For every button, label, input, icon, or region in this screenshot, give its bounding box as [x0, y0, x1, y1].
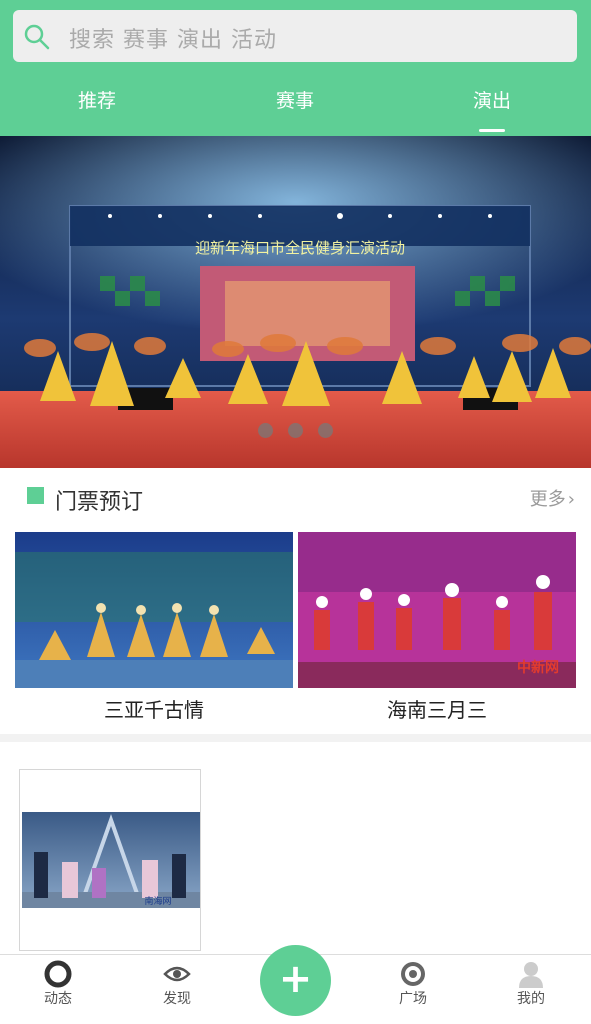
banner-carousel[interactable]: 迎新年海口市全民健身汇演活动: [0, 136, 591, 468]
ticket-booking-section: 门票预订 更多 › 三亚千古情 中新网 海南三月三: [0, 468, 591, 734]
feed-photo: 南海网: [22, 812, 200, 908]
nav-dynamic[interactable]: 动态: [13, 955, 103, 1024]
banner-stage-image: 迎新年海口市全民健身汇演活动: [0, 136, 591, 468]
show-card-title[interactable]: 三亚千古情: [15, 694, 293, 723]
user-icon: [519, 962, 543, 988]
nav-discover[interactable]: 发现: [132, 955, 222, 1024]
watermark-text: 南海网: [144, 895, 171, 907]
tab-shows[interactable]: 演出: [473, 86, 511, 113]
nav-square[interactable]: 广场: [368, 955, 458, 1024]
more-label: 更多: [529, 489, 566, 510]
banner-stage-text: 迎新年海口市全民健身汇演活动: [195, 239, 405, 257]
feed-card[interactable]: 南海网: [19, 769, 201, 951]
nav-mine[interactable]: 我的: [486, 955, 576, 1024]
banner-pager-dot[interactable]: [288, 423, 303, 438]
search-placeholder: 搜索 赛事 演出 活动: [69, 28, 277, 53]
search-bar[interactable]: 搜索 赛事 演出 活动: [13, 10, 577, 62]
nav-label: 动态: [44, 991, 72, 1007]
banner-pager-dot[interactable]: [318, 423, 333, 438]
chevron-right-icon: ›: [567, 489, 575, 510]
nav-label: 我的: [517, 991, 545, 1007]
eye-icon: [163, 966, 191, 982]
top-header: 搜索 赛事 演出 活动 推荐 赛事 演出: [0, 0, 591, 136]
section-title: 门票预订: [55, 490, 144, 515]
tab-recommend[interactable]: 推荐: [78, 86, 116, 113]
target-icon: [401, 962, 425, 986]
feed-section: 南海网: [0, 742, 591, 954]
plus-icon: +: [278, 956, 313, 1002]
show-photo-hainan: 中新网: [298, 532, 576, 688]
tab-events[interactable]: 赛事: [276, 86, 314, 113]
search-icon: [24, 24, 50, 50]
active-tab-indicator: [479, 129, 505, 132]
add-button[interactable]: +: [260, 945, 331, 1016]
show-card-image[interactable]: [15, 532, 293, 688]
nav-label: 广场: [399, 991, 427, 1007]
nav-label: 发现: [163, 991, 191, 1007]
feed-card-image: 南海网: [22, 812, 200, 908]
banner-pager-dot[interactable]: [258, 423, 273, 438]
ring-icon: [44, 960, 72, 988]
more-link[interactable]: 更多 ›: [530, 485, 575, 511]
section-marker: [27, 487, 44, 504]
show-card-image[interactable]: 中新网: [298, 532, 576, 688]
show-photo-sanya: [15, 532, 293, 688]
show-card-title[interactable]: 海南三月三: [298, 694, 576, 723]
watermark-text: 中新网: [517, 659, 559, 676]
